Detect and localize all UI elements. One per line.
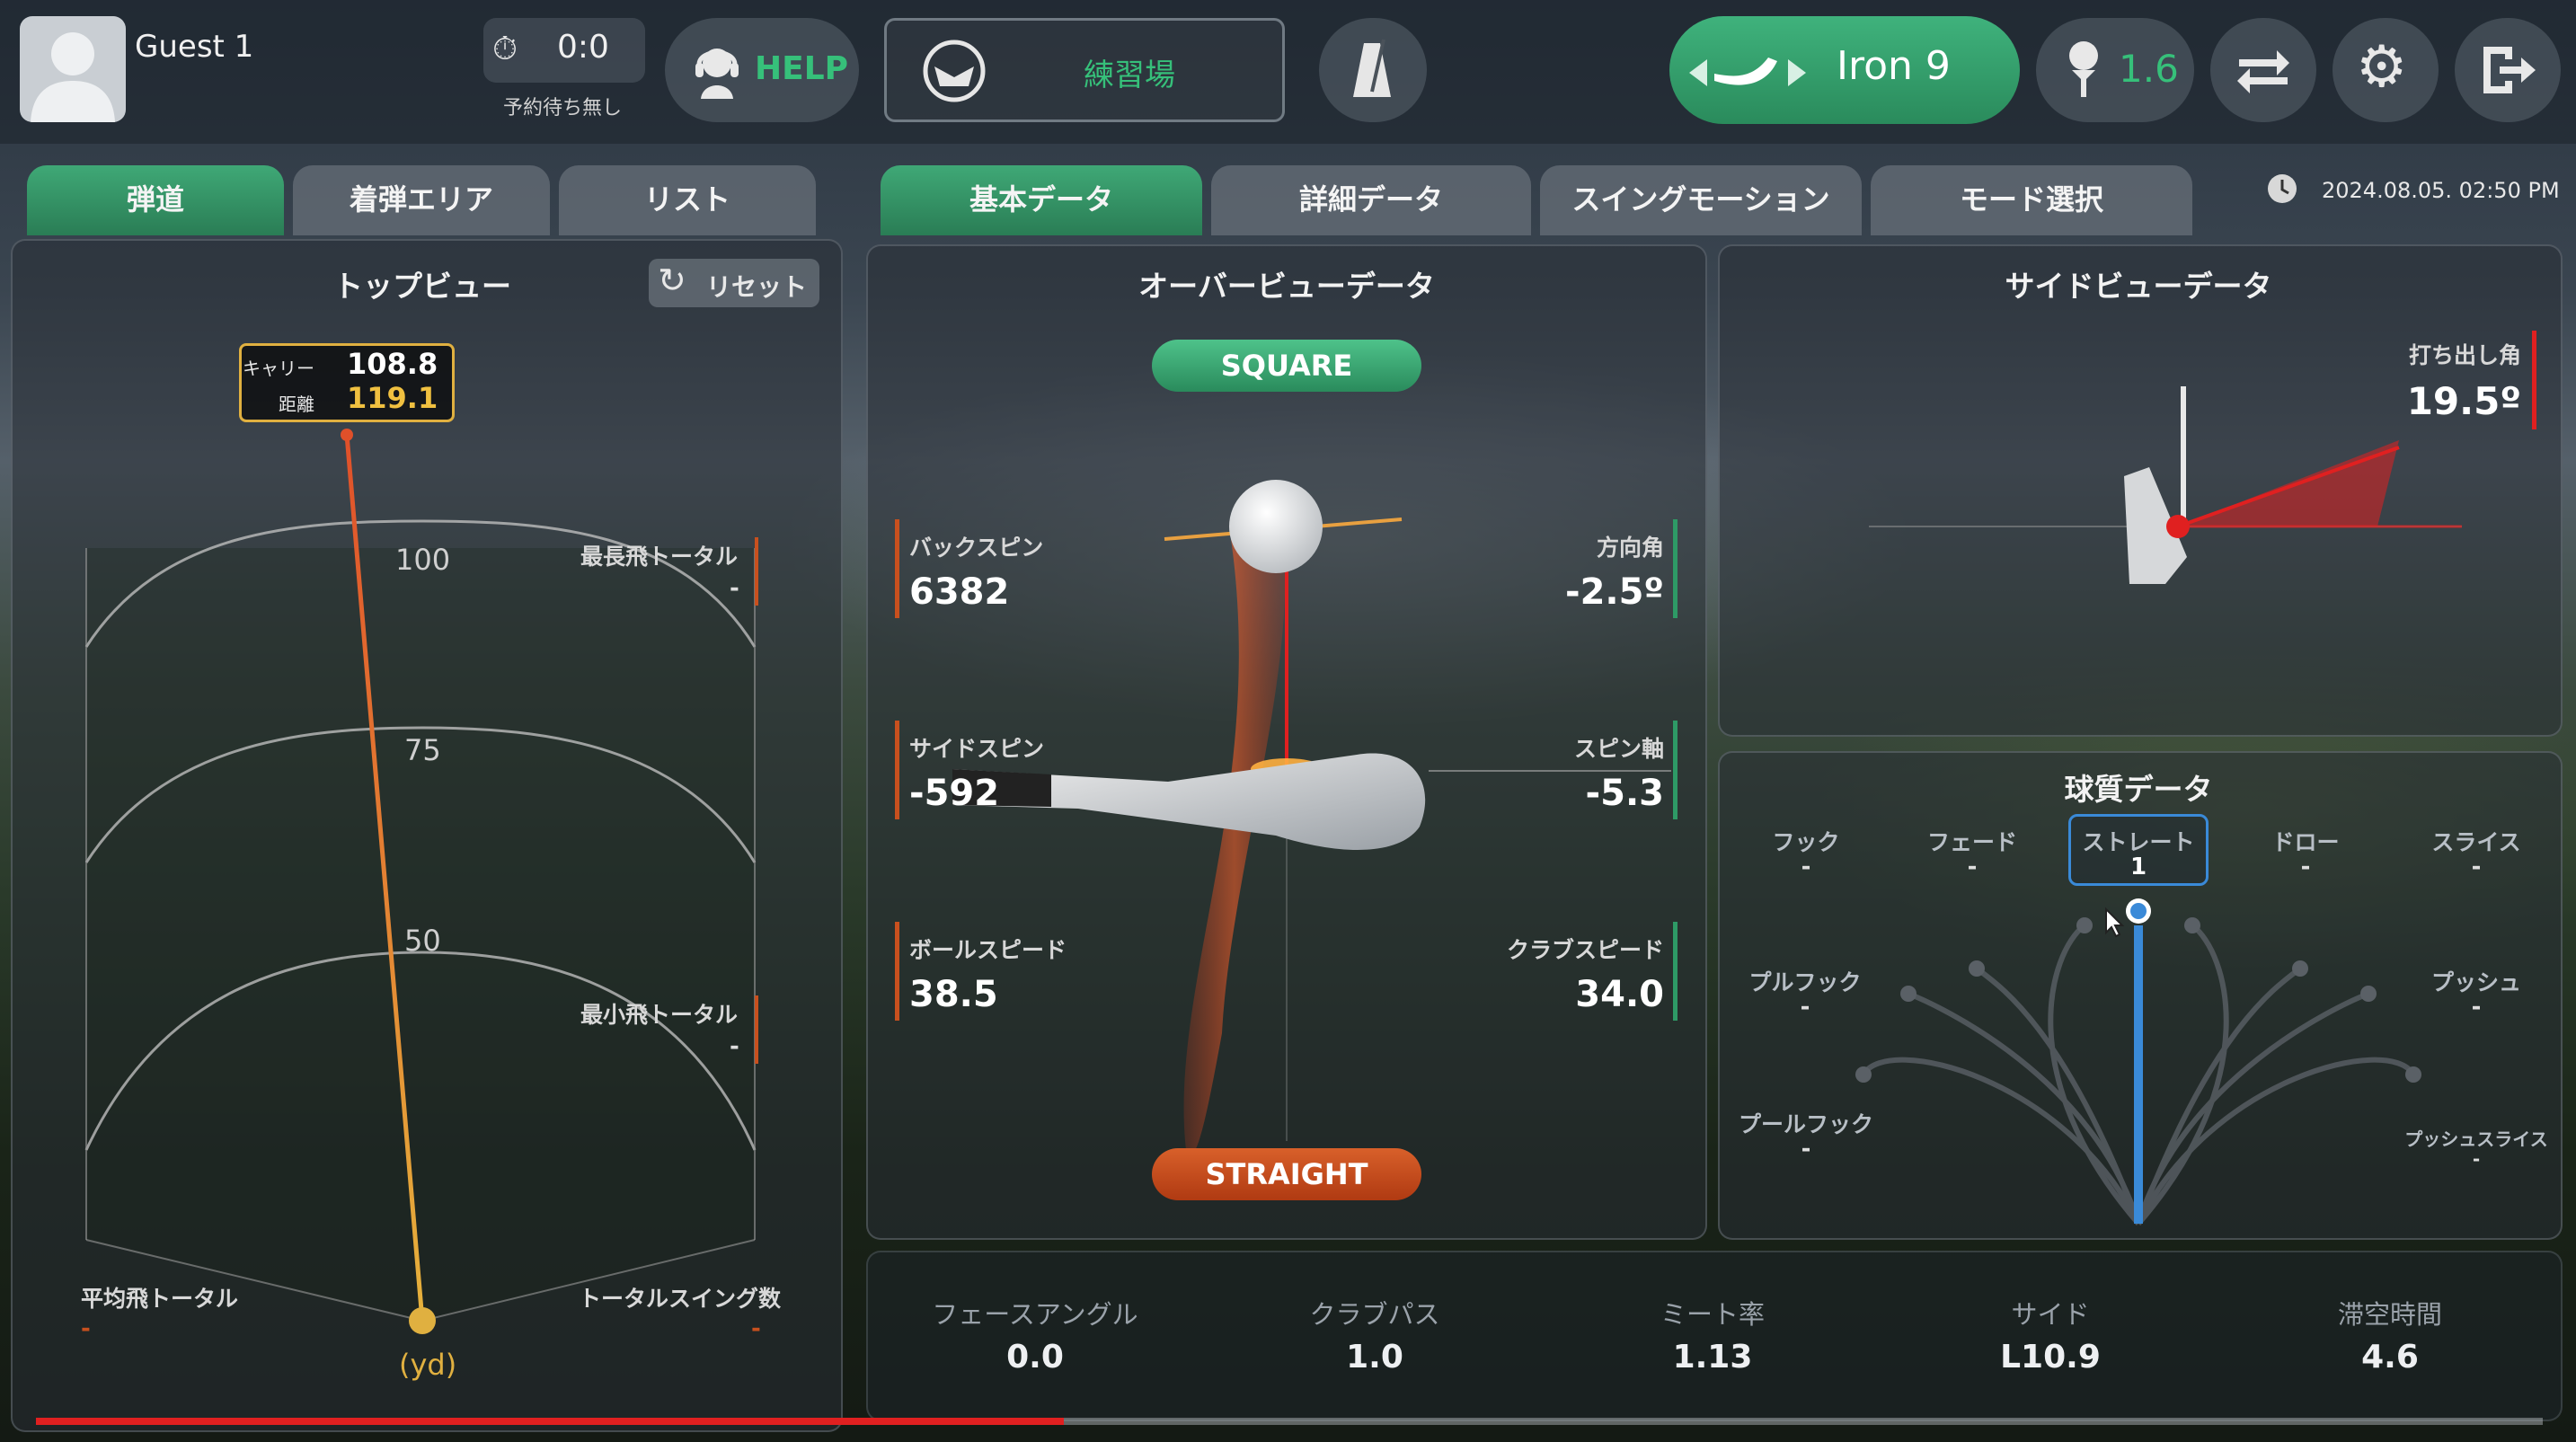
slice-label: スライス [2431,829,2521,855]
total-swing-value: - [751,1315,761,1342]
avg-total-label: 平均飛トータル [81,1286,239,1312]
pull-hook-value: - [1800,994,1810,1021]
metric-label: フェースアングル [932,1299,1138,1330]
hook-value: - [1801,854,1811,880]
pull-hook-2-value: - [1801,1136,1811,1163]
avg-total-value: - [81,1315,91,1342]
push-value: - [2471,994,2482,1021]
bottom-metrics-bar [866,1251,2563,1421]
push-slice-label: プッシュスライス [2404,1128,2548,1150]
unit-label: (yd) [399,1348,457,1382]
hook-label: フック [1772,829,1840,855]
straight-value: 1 [2129,854,2147,880]
total-swing-label: トータルスイング数 [579,1286,782,1312]
fade-value: - [1967,854,1978,880]
ball-flight-shapes [1855,898,2421,1225]
mouse-cursor-icon [2105,907,2125,938]
metric-label: クラブパス [1309,1299,1440,1330]
straight-label: ストレート [2082,829,2195,855]
slice-value: - [2471,854,2482,880]
pull-hook-label: プルフック [1748,969,1862,995]
metric-value: 1.13 [1672,1339,1753,1376]
metric-value: 4.6 [2361,1339,2419,1376]
fade-label: フェード [1926,829,2017,855]
metric-label: 滞空時間 [2337,1299,2442,1330]
metric-value: 0.0 [1006,1339,1064,1376]
metric-label: サイド [2011,1299,2090,1330]
progress-fill [36,1418,1064,1425]
draw-label: ドロー [2271,829,2340,855]
metric-label: ミート率 [1660,1299,1765,1330]
pull-hook-2-label: プールフック [1738,1111,1873,1137]
metric-value: 1.0 [1346,1339,1403,1376]
push-slice-value: - [2472,1148,2481,1170]
push-label: プッシュ [2430,969,2521,995]
draw-value: - [2300,854,2311,880]
metric-value: L10.9 [2000,1339,2101,1376]
